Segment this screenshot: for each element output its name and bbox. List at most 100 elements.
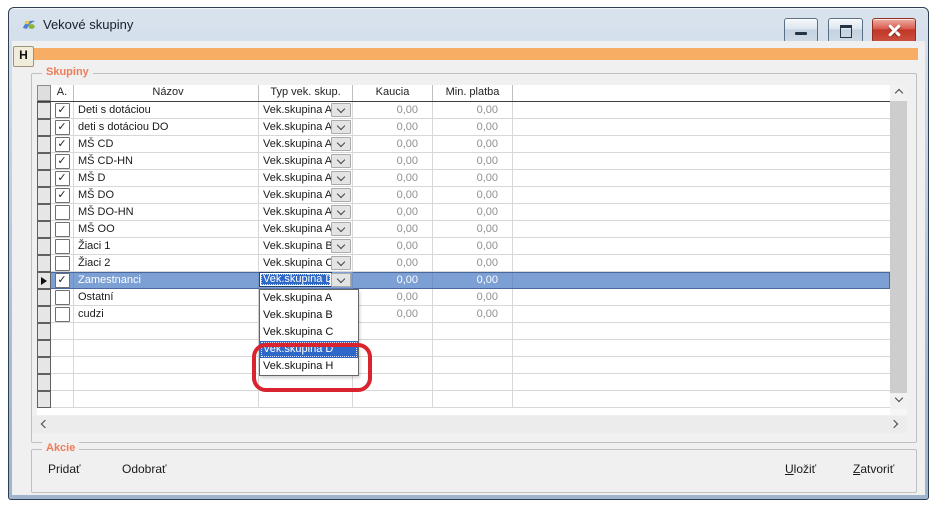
vertical-scrollbar-thumb[interactable]	[890, 101, 907, 393]
empty-row	[37, 391, 890, 408]
type-combobox-dropdown-button[interactable]	[331, 120, 351, 134]
row-selector[interactable]	[37, 221, 51, 238]
row-filler	[513, 272, 890, 289]
dropdown-item[interactable]: Vek.skupina D	[260, 341, 358, 358]
type-value: Vek.skupina B	[259, 238, 333, 254]
type-combobox-editor[interactable]: Vek.skupina D	[259, 272, 332, 287]
table-row[interactable]: MŠ OOVek.skupina A0,000,00	[37, 221, 890, 238]
close-button[interactable]	[872, 18, 916, 43]
header-kaucia[interactable]: Kaucia	[353, 85, 433, 101]
dropdown-item[interactable]: Vek.skupina H	[260, 358, 358, 375]
type-combobox-dropdown-button[interactable]	[331, 256, 351, 270]
active-checkbox[interactable]: ✓	[55, 171, 70, 186]
active-cell: ✓	[51, 119, 74, 136]
type-combobox-dropdown-button[interactable]	[331, 239, 351, 253]
row-selector[interactable]	[37, 102, 51, 119]
table-row[interactable]: ✓Deti s dotáciouVek.skupina A0,000,00	[37, 102, 890, 119]
row-selector[interactable]	[37, 136, 51, 153]
row-selector[interactable]	[37, 340, 51, 357]
header-typ[interactable]: Typ vek. skup.	[259, 85, 353, 101]
save-button[interactable]: Uložiť	[785, 462, 816, 476]
empty-cell	[74, 374, 259, 391]
row-selector[interactable]	[37, 204, 51, 221]
table-row[interactable]: cudzi0,000,00	[37, 306, 890, 323]
scroll-up-button[interactable]	[890, 85, 907, 101]
min-platba-cell: 0,00	[433, 238, 513, 255]
active-checkbox[interactable]	[55, 256, 70, 271]
row-selector[interactable]	[37, 238, 51, 255]
row-selector[interactable]	[37, 391, 51, 408]
active-checkbox[interactable]	[55, 205, 70, 220]
type-combobox-dropdown-button[interactable]	[331, 205, 351, 219]
dropdown-item[interactable]: Vek.skupina A	[260, 290, 358, 307]
table-row[interactable]: ✓deti s dotáciou DOVek.skupina A0,000,00	[37, 119, 890, 136]
add-button[interactable]: Pridať	[48, 462, 81, 476]
type-combobox-dropdown-button[interactable]	[331, 171, 351, 185]
type-cell: Vek.skupina A	[259, 102, 353, 119]
type-combobox-dropdown-button[interactable]	[331, 222, 351, 236]
row-selector[interactable]	[37, 272, 51, 289]
type-combobox-dropdown-button[interactable]	[331, 188, 351, 202]
table-row[interactable]: ✓ZamestnanciVek.skupina D0,000,00	[37, 272, 890, 289]
active-checkbox[interactable]: ✓	[55, 137, 70, 152]
active-checkbox[interactable]: ✓	[55, 120, 70, 135]
table-row[interactable]: ✓MŠ CDVek.skupina A0,000,00	[37, 136, 890, 153]
header-active[interactable]: A.	[51, 85, 74, 101]
minimize-button[interactable]	[784, 18, 818, 43]
type-combobox-dropdown-button[interactable]	[331, 154, 351, 168]
titlebar[interactable]: Vekové skupiny	[9, 8, 928, 41]
close-dialog-button[interactable]: Zatvoriť	[853, 462, 894, 476]
kaucia-cell: 0,00	[353, 170, 433, 187]
table-row[interactable]: Žiaci 1Vek.skupina B0,000,00	[37, 238, 890, 255]
type-combobox-dropdown-button[interactable]	[331, 273, 351, 287]
min-platba-cell: 0,00	[433, 272, 513, 289]
scroll-right-button[interactable]	[887, 416, 903, 433]
row-selector[interactable]	[37, 170, 51, 187]
row-selector[interactable]	[37, 357, 51, 374]
vertical-scrollbar[interactable]	[890, 85, 907, 415]
active-checkbox[interactable]: ✓	[55, 273, 70, 288]
row-selector[interactable]	[37, 255, 51, 272]
min-platba-cell: 0,00	[433, 187, 513, 204]
name-cell: MŠ DO	[74, 187, 259, 204]
header-min-platba[interactable]: Min. platba	[433, 85, 513, 101]
active-checkbox[interactable]	[55, 239, 70, 254]
row-selector[interactable]	[37, 306, 51, 323]
row-selector[interactable]	[37, 289, 51, 306]
dropdown-item[interactable]: Vek.skupina C	[260, 324, 358, 341]
maximize-button[interactable]	[828, 18, 863, 43]
table-row[interactable]: Žiaci 2Vek.skupina C0,000,00	[37, 255, 890, 272]
row-selector[interactable]	[37, 187, 51, 204]
type-combobox-dropdown-button[interactable]	[331, 137, 351, 151]
chevron-up-icon	[894, 89, 902, 97]
active-checkbox[interactable]	[55, 290, 70, 305]
header-nazov[interactable]: Názov	[74, 85, 259, 101]
row-filler	[513, 153, 890, 170]
scroll-left-button[interactable]	[36, 416, 52, 433]
active-checkbox[interactable]: ✓	[55, 154, 70, 169]
row-selector[interactable]	[37, 119, 51, 136]
remove-button[interactable]: Odobrať	[122, 462, 167, 476]
table-row[interactable]: Ostatní0,000,00	[37, 289, 890, 306]
active-checkbox[interactable]: ✓	[55, 103, 70, 118]
active-checkbox[interactable]	[55, 307, 70, 322]
chevron-right-icon	[890, 420, 898, 428]
horizontal-scrollbar[interactable]	[32, 416, 907, 433]
active-checkbox[interactable]: ✓	[55, 188, 70, 203]
dropdown-item[interactable]: Vek.skupina B	[260, 307, 358, 324]
skupiny-group-label: Skupiny	[42, 66, 93, 78]
scroll-down-button[interactable]	[890, 393, 907, 409]
empty-cell	[259, 391, 353, 408]
grid-rows: ✓Deti s dotáciouVek.skupina A0,000,00✓de…	[37, 102, 890, 408]
row-selector[interactable]	[37, 153, 51, 170]
table-row[interactable]: ✓MŠ CD-HNVek.skupina A0,000,00	[37, 153, 890, 170]
table-row[interactable]: MŠ DO-HNVek.skupina A0,000,00	[37, 204, 890, 221]
row-selector[interactable]	[37, 323, 51, 340]
active-checkbox[interactable]	[55, 222, 70, 237]
h-toolbar-button[interactable]: H	[13, 46, 34, 67]
row-selector[interactable]	[37, 374, 51, 391]
type-combobox-dropdown-button[interactable]	[331, 103, 351, 117]
table-row[interactable]: ✓MŠ DOVek.skupina A0,000,00	[37, 187, 890, 204]
header-filler	[513, 85, 890, 101]
table-row[interactable]: ✓MŠ DVek.skupina A0,000,00	[37, 170, 890, 187]
